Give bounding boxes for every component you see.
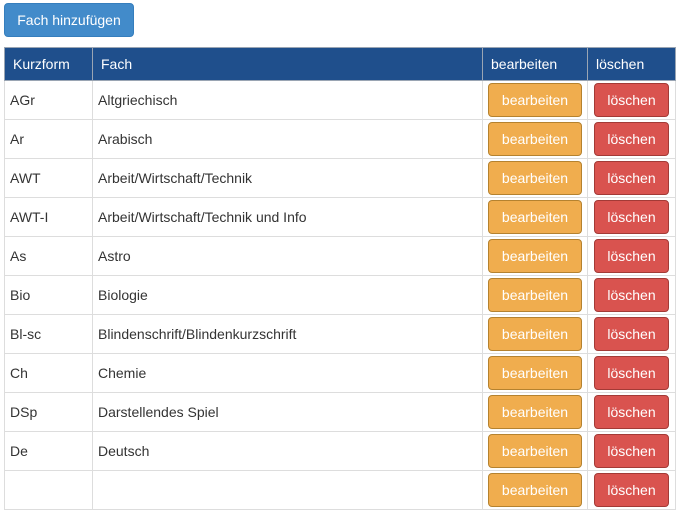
table-row: AWT-I Arbeit/Wirtschaft/Technik und Info b…	[4, 197, 676, 237]
cell-edit: bearbeiten	[482, 197, 588, 237]
cell-subject: Chemie	[92, 353, 483, 393]
cell-delete: löschen	[587, 236, 676, 276]
cell-edit: bearbeiten	[482, 119, 588, 159]
cell-edit: bearbeiten	[482, 275, 588, 315]
cell-delete: löschen	[587, 431, 676, 471]
cell-subject: Darstellendes Spiel	[92, 392, 483, 432]
cell-delete: löschen	[587, 314, 676, 354]
table-row: Bio Biologie bearbeiten löschen	[4, 275, 676, 315]
cell-delete: löschen	[587, 275, 676, 315]
cell-short: AGr	[4, 80, 93, 120]
edit-button[interactable]: bearbeiten	[488, 473, 582, 507]
table-row: Bl-sc Blindenschrift/Blindenkurzschrift be…	[4, 314, 676, 354]
cell-short: AWT-I	[4, 197, 93, 237]
edit-button[interactable]: bearbeiten	[488, 122, 582, 156]
cell-delete: löschen	[587, 392, 676, 432]
cell-delete: löschen	[587, 470, 676, 510]
cell-subject: Arabisch	[92, 119, 483, 159]
edit-button[interactable]: bearbeiten	[488, 356, 582, 390]
table-row: De Deutsch bearbeiten löschen	[4, 431, 676, 471]
table-row: AWT Arbeit/Wirtschaft/Technik bearbeiten lö…	[4, 158, 676, 198]
cell-subject	[92, 470, 483, 510]
table-body: AGr Altgriechisch bearbeiten löschen Ar Arabi…	[4, 80, 676, 510]
cell-subject: Deutsch	[92, 431, 483, 471]
subjects-table: Kurzform Fach bearbeiten löschen AGr Altg…	[4, 47, 676, 510]
delete-button[interactable]: löschen	[594, 317, 669, 351]
delete-button[interactable]: löschen	[594, 278, 669, 312]
table-row: Ar Arabisch bearbeiten löschen	[4, 119, 676, 159]
cell-short: AWT	[4, 158, 93, 198]
cell-short: As	[4, 236, 93, 276]
delete-button[interactable]: löschen	[594, 83, 669, 117]
header-edit: bearbeiten	[482, 47, 588, 81]
edit-button[interactable]: bearbeiten	[488, 161, 582, 195]
table-row: bearbeiten löschen	[4, 470, 676, 510]
edit-button[interactable]: bearbeiten	[488, 200, 582, 234]
add-subject-button[interactable]: Fach hinzufügen	[4, 3, 134, 37]
cell-subject: Arbeit/Wirtschaft/Technik	[92, 158, 483, 198]
cell-short: DSp	[4, 392, 93, 432]
cell-delete: löschen	[587, 80, 676, 120]
table-row: As Astro bearbeiten löschen	[4, 236, 676, 276]
delete-button[interactable]: löschen	[594, 395, 669, 429]
cell-short: Ar	[4, 119, 93, 159]
cell-short: Bl-sc	[4, 314, 93, 354]
cell-short: Ch	[4, 353, 93, 393]
cell-edit: bearbeiten	[482, 470, 588, 510]
delete-button[interactable]: löschen	[594, 122, 669, 156]
cell-short: Bio	[4, 275, 93, 315]
cell-edit: bearbeiten	[482, 392, 588, 432]
cell-delete: löschen	[587, 197, 676, 237]
edit-button[interactable]: bearbeiten	[488, 434, 582, 468]
cell-subject: Arbeit/Wirtschaft/Technik und Info	[92, 197, 483, 237]
delete-button[interactable]: löschen	[594, 239, 669, 273]
cell-short: De	[4, 431, 93, 471]
cell-delete: löschen	[587, 119, 676, 159]
edit-button[interactable]: bearbeiten	[488, 395, 582, 429]
cell-edit: bearbeiten	[482, 314, 588, 354]
cell-edit: bearbeiten	[482, 158, 588, 198]
edit-button[interactable]: bearbeiten	[488, 278, 582, 312]
edit-button[interactable]: bearbeiten	[488, 239, 582, 273]
table-row: Ch Chemie bearbeiten löschen	[4, 353, 676, 393]
edit-button[interactable]: bearbeiten	[488, 317, 582, 351]
table-row: DSp Darstellendes Spiel bearbeiten löschen	[4, 392, 676, 432]
cell-delete: löschen	[587, 158, 676, 198]
cell-edit: bearbeiten	[482, 80, 588, 120]
cell-edit: bearbeiten	[482, 353, 588, 393]
header-short: Kurzform	[4, 47, 93, 81]
delete-button[interactable]: löschen	[594, 473, 669, 507]
cell-delete: löschen	[587, 353, 676, 393]
header-delete: löschen	[587, 47, 676, 81]
edit-button[interactable]: bearbeiten	[488, 83, 582, 117]
delete-button[interactable]: löschen	[594, 434, 669, 468]
cell-edit: bearbeiten	[482, 431, 588, 471]
cell-subject: Astro	[92, 236, 483, 276]
cell-subject: Biologie	[92, 275, 483, 315]
delete-button[interactable]: löschen	[594, 161, 669, 195]
cell-edit: bearbeiten	[482, 236, 588, 276]
delete-button[interactable]: löschen	[594, 356, 669, 390]
cell-subject: Blindenschrift/Blindenkurzschrift	[92, 314, 483, 354]
delete-button[interactable]: löschen	[594, 200, 669, 234]
table-header-row: Kurzform Fach bearbeiten löschen	[4, 47, 676, 81]
cell-subject: Altgriechisch	[92, 80, 483, 120]
header-subject: Fach	[92, 47, 483, 81]
table-row: AGr Altgriechisch bearbeiten löschen	[4, 80, 676, 120]
cell-short	[4, 470, 93, 510]
